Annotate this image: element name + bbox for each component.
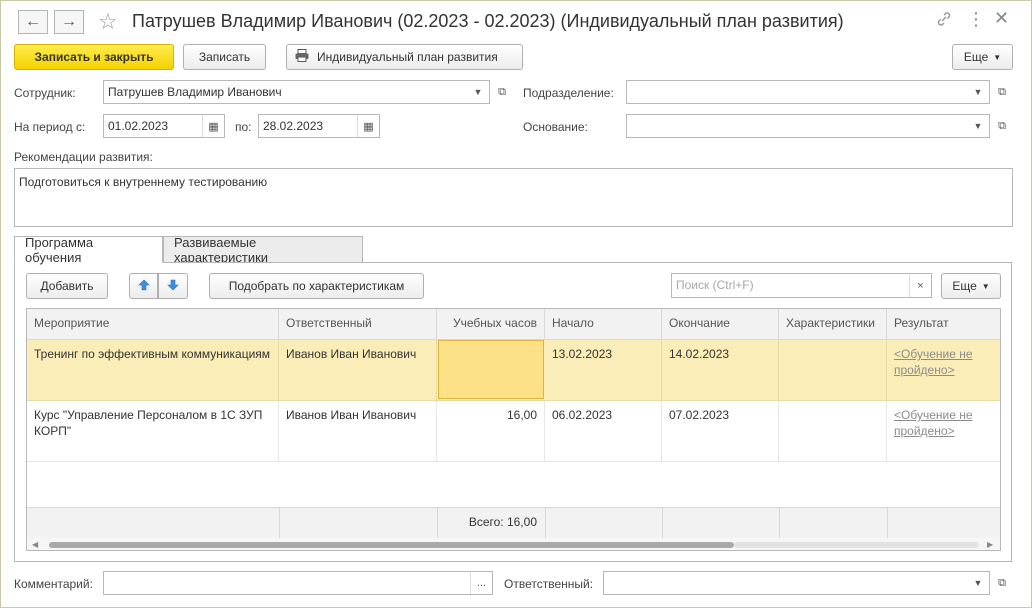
employee-value: Патрушев Владимир Иванович [108, 85, 282, 99]
cell-characteristics [779, 340, 887, 400]
period-to-label: по: [235, 120, 252, 134]
cell-end: 07.02.2023 [662, 401, 779, 461]
scrollbar-track[interactable] [734, 542, 979, 548]
arrow-right-icon: → [61, 13, 77, 30]
department-field[interactable]: ▼ [626, 80, 990, 104]
clear-search-icon[interactable]: × [909, 274, 931, 297]
period-from-label: На период с: [14, 120, 86, 134]
cell-hours: 16,00 [437, 401, 545, 461]
table-more-button[interactable]: Еще ▼ [941, 273, 1001, 299]
cell-end: 14.02.2023 [662, 340, 779, 400]
tab-training-program[interactable]: Программа обучения [14, 235, 163, 265]
more-label: Еще [963, 50, 989, 64]
comment-label: Комментарий: [14, 577, 93, 591]
employee-field[interactable]: Патрушев Владимир Иванович ▼ [103, 80, 490, 104]
more-dots-icon[interactable]: ⋮ [967, 9, 985, 30]
search-input[interactable]: Поиск (Ctrl+F) × [671, 273, 932, 298]
print-plan-label: Индивидуальный план развития [317, 50, 498, 64]
more-button[interactable]: Еще ▼ [952, 44, 1013, 70]
table-footer: Всего: 16,00 [27, 507, 1000, 538]
tab-developed-characteristics[interactable]: Развиваемые характеристики [163, 235, 363, 265]
calendar-icon[interactable]: ▦ [202, 115, 224, 137]
dropdown-arrow-icon[interactable]: ▼ [967, 81, 989, 103]
basis-label: Основание: [523, 120, 588, 134]
period-to-value: 28.02.2023 [263, 119, 324, 133]
horizontal-scrollbar[interactable]: ◀ ▶ [27, 538, 1000, 550]
cell-hours-active[interactable] [438, 340, 544, 399]
add-button[interactable]: Добавить [26, 273, 108, 299]
period-from-field[interactable]: 01.02.2023 ▦ [103, 114, 225, 138]
responsible-label: Ответственный: [504, 577, 594, 591]
cell-result-link[interactable]: <Обучение не пройдено> [887, 340, 991, 400]
dropdown-arrow-icon[interactable]: ▼ [967, 572, 989, 594]
col-header-responsible[interactable]: Ответственный [279, 309, 437, 340]
ellipsis-icon[interactable]: ... [470, 572, 492, 594]
cell-responsible: Иванов Иван Иванович [279, 340, 437, 400]
open-responsible-icon[interactable]: ⧉ [991, 571, 1013, 595]
move-down-button[interactable] [158, 273, 188, 299]
search-placeholder: Поиск (Ctrl+F) [676, 278, 754, 292]
arrow-up-icon [137, 279, 150, 294]
pick-by-characteristics-button[interactable]: Подобрать по характеристикам [209, 273, 424, 299]
star-icon[interactable]: ☆ [98, 9, 118, 35]
open-basis-icon[interactable]: ⧉ [991, 114, 1013, 138]
link-icon[interactable] [936, 11, 952, 32]
table-row[interactable]: Курс "Управление Персоналом в 1С ЗУП КОР… [27, 401, 1000, 462]
basis-field[interactable]: ▼ [626, 114, 990, 138]
col-header-characteristics[interactable]: Характеристики [779, 309, 887, 340]
employee-label: Сотрудник: [14, 86, 76, 100]
period-to-field[interactable]: 28.02.2023 ▦ [258, 114, 380, 138]
responsible-field[interactable]: ▼ [603, 571, 990, 595]
calendar-icon[interactable]: ▦ [357, 115, 379, 137]
recommendations-textarea[interactable]: Подготовиться к внутреннему тестированию [14, 168, 1013, 227]
comment-field[interactable]: ... [103, 571, 493, 595]
scrollbar-thumb[interactable] [49, 542, 734, 548]
col-header-hours[interactable]: Учебных часов [437, 309, 545, 340]
window-title: Патрушев Владимир Иванович (02.2023 - 02… [132, 11, 844, 31]
open-department-icon[interactable]: ⧉ [991, 80, 1013, 104]
arrow-down-icon [167, 279, 179, 294]
close-icon[interactable]: ✕ [994, 8, 1009, 29]
table-row[interactable]: Тренинг по эффективным коммуникациям Ива… [27, 340, 1000, 401]
table-empty-area [27, 462, 1000, 507]
print-plan-button[interactable]: Индивидуальный план развития [286, 44, 523, 70]
total-hours: Всего: 16,00 [468, 515, 537, 529]
arrow-left-icon: ← [25, 13, 41, 30]
printer-icon [295, 49, 309, 65]
recommendations-value: Подготовиться к внутреннему тестированию [19, 175, 268, 189]
cell-responsible: Иванов Иван Иванович [279, 401, 437, 461]
cell-characteristics [779, 401, 887, 461]
form-window: ← → ☆ Патрушев Владимир Иванович (02.202… [0, 0, 1032, 608]
dropdown-arrow-icon[interactable]: ▼ [967, 115, 989, 137]
back-button[interactable]: ← [18, 10, 48, 34]
scroll-right-icon[interactable]: ▶ [987, 540, 993, 549]
col-header-start[interactable]: Начало [545, 309, 662, 340]
department-label: Подразделение: [523, 86, 614, 100]
cell-event: Тренинг по эффективным коммуникациям [27, 340, 279, 400]
training-table: Мероприятие Ответственный Учебных часов … [26, 308, 1001, 551]
save-button[interactable]: Записать [183, 44, 266, 70]
cell-start: 13.02.2023 [545, 340, 662, 400]
save-and-close-button[interactable]: Записать и закрыть [14, 44, 174, 70]
scroll-left-icon[interactable]: ◀ [32, 540, 38, 549]
col-header-event[interactable]: Мероприятие [27, 309, 279, 340]
period-from-value: 01.02.2023 [108, 119, 169, 133]
table-more-label: Еще [952, 279, 977, 293]
cell-event: Курс "Управление Персоналом в 1С ЗУП КОР… [27, 401, 279, 461]
dropdown-arrow-icon[interactable]: ▼ [467, 81, 489, 103]
recommendations-label: Рекомендации развития: [14, 150, 153, 164]
open-employee-icon[interactable]: ⧉ [491, 80, 513, 104]
chevron-down-icon: ▼ [993, 52, 1002, 62]
move-up-button[interactable] [129, 273, 158, 299]
col-header-end[interactable]: Окончание [662, 309, 779, 340]
cell-result-link[interactable]: <Обучение не пройдено> [887, 401, 991, 461]
chevron-down-icon: ▼ [981, 281, 990, 291]
forward-button[interactable]: → [54, 10, 84, 34]
col-header-result[interactable]: Результат [887, 309, 1000, 340]
cell-start: 06.02.2023 [545, 401, 662, 461]
